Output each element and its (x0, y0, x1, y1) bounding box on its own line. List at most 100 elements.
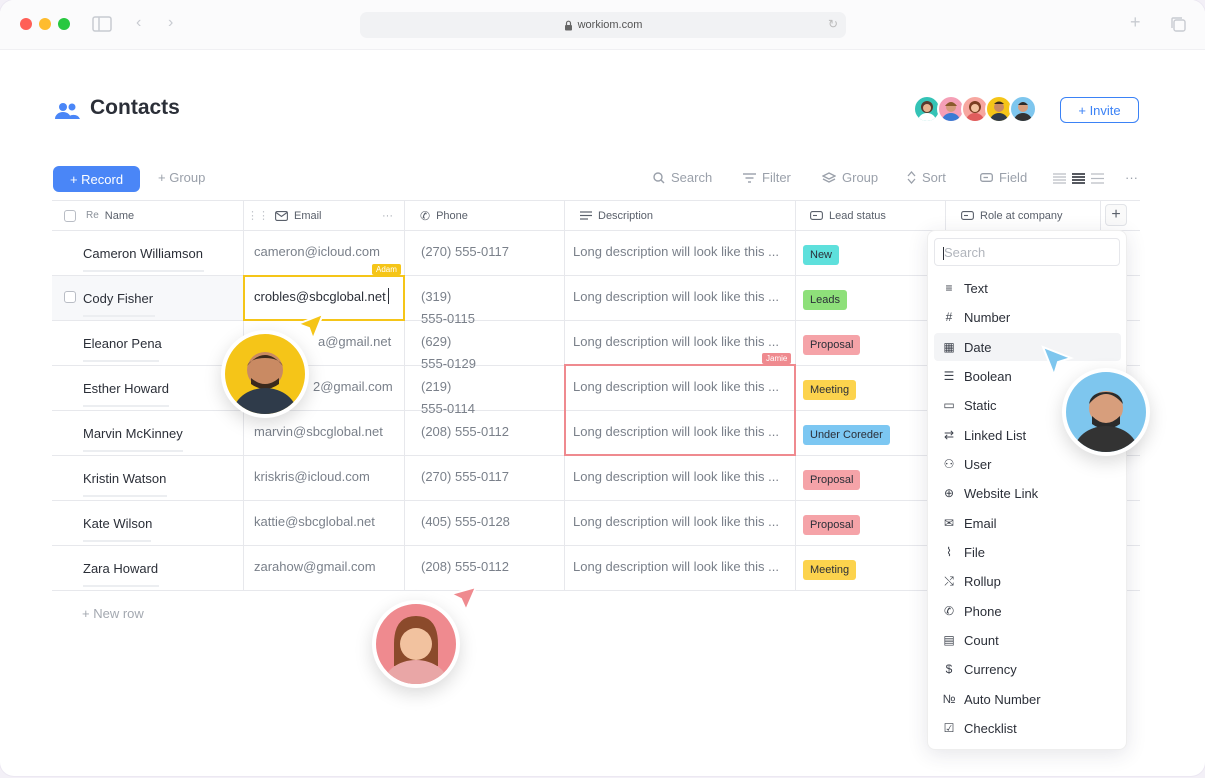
row-name[interactable]: Zara Howard (83, 561, 158, 576)
row-email[interactable]: kriskris@icloud.com (254, 469, 370, 484)
row-description[interactable]: Long description will look like this ... (573, 289, 779, 304)
status-badge[interactable]: New (803, 245, 840, 265)
new-row-button[interactable]: + New row (82, 606, 144, 621)
row-email[interactable]: 2@gmail.com (313, 379, 393, 394)
new-tab-icon[interactable]: + (1130, 12, 1141, 33)
status-badge[interactable]: Meeting (803, 560, 857, 580)
row-description[interactable]: Long description will look like this ... (573, 559, 779, 574)
add-record-button[interactable]: + Record (53, 166, 140, 192)
row-phone[interactable]: (208) 555-0112 (421, 424, 509, 439)
invite-button[interactable]: + Invite (1060, 97, 1139, 123)
field-type-text[interactable]: ≡ Text (934, 274, 1121, 302)
row-name[interactable]: Kristin Watson (83, 471, 166, 486)
add-group-button[interactable]: + Group (158, 170, 205, 185)
status-badge[interactable]: Proposal (803, 515, 861, 535)
field-type-phone[interactable]: ✆ Phone (934, 597, 1121, 625)
filter-tool[interactable]: Filter (743, 170, 791, 185)
field-type-checklist[interactable]: ☑ Checklist (934, 714, 1121, 742)
row-description[interactable]: Long description will look like this ... (573, 334, 779, 349)
status-badge[interactable]: Proposal (803, 335, 861, 355)
column-name-label: Name (104, 209, 135, 222)
row-name[interactable]: Kate Wilson (83, 516, 152, 531)
row-name[interactable]: Cameron Williamson (83, 246, 203, 261)
avatar[interactable] (1009, 95, 1037, 123)
forward-icon[interactable]: › (168, 14, 173, 32)
row-phone-line2[interactable]: 555-0114 (421, 401, 475, 416)
status-badge[interactable]: Under Coreder (803, 425, 890, 445)
field-type-count[interactable]: ▤ Count (934, 626, 1121, 654)
row-name[interactable]: Cody Fisher (83, 291, 153, 306)
status-badge[interactable]: Leads (803, 290, 847, 310)
add-column-button[interactable]: + (1105, 204, 1127, 226)
collaborator-tag-adam: Adam (372, 264, 401, 275)
row-phone[interactable]: (219) (421, 379, 451, 394)
more-options-button[interactable]: ··· (1125, 170, 1138, 185)
row-description[interactable]: Long description will look like this ... (573, 244, 779, 259)
column-header-name[interactable]: Re Name (64, 200, 134, 231)
row-density-toggle[interactable] (1053, 173, 1104, 184)
email-input[interactable]: crobles@sbcglobal.net (254, 289, 386, 304)
field-type-date[interactable]: ▦ Date (934, 333, 1121, 361)
row-phone-line2[interactable]: 555-0129 (421, 356, 476, 371)
row-phone[interactable]: (270) 555-0117 (421, 244, 509, 259)
row-email[interactable]: cameron@icloud.com (254, 244, 380, 259)
status-badge[interactable]: Proposal (803, 470, 861, 490)
close-window-button[interactable] (20, 18, 32, 30)
search-tool[interactable]: Search (653, 170, 712, 185)
select-all-checkbox[interactable] (64, 209, 76, 222)
row-email[interactable]: zarahow@gmail.com (254, 559, 376, 574)
column-header-lead-status[interactable]: Lead status (810, 200, 886, 231)
back-icon[interactable]: ‹ (136, 14, 141, 32)
row-name[interactable]: Marvin McKinney (83, 426, 183, 441)
row-checkbox[interactable] (64, 291, 76, 303)
row-phone[interactable]: (270) 555-0117 (421, 469, 509, 484)
row-name[interactable]: Esther Howard (83, 381, 169, 396)
field-tool[interactable]: Field (980, 170, 1027, 185)
column-options-icon[interactable]: ··· (382, 210, 393, 222)
text-lines-icon (580, 211, 592, 220)
row-email[interactable]: marvin@sbcglobal.net (254, 424, 383, 439)
field-type-file[interactable]: ⌇ File (934, 538, 1121, 566)
row-phone-line2[interactable]: 555-0115 (421, 311, 475, 326)
density-medium-icon[interactable] (1072, 173, 1085, 184)
address-bar[interactable]: workiom.com ↻ (360, 12, 846, 38)
row-phone[interactable]: (629) (421, 334, 451, 349)
density-compact-icon[interactable] (1053, 173, 1066, 184)
collaborator-avatars[interactable] (913, 95, 1037, 123)
tabs-overview-icon[interactable] (1170, 16, 1187, 33)
field-type-website-link[interactable]: ⊕ Website Link (934, 479, 1121, 507)
sort-tool[interactable]: Sort (907, 170, 946, 185)
minimize-window-button[interactable] (39, 18, 51, 30)
column-header-phone[interactable]: ✆ Phone (420, 200, 468, 231)
drag-handle-icon[interactable]: ⋮⋮ (247, 209, 269, 222)
field-type-auto-number[interactable]: № Auto Number (934, 685, 1121, 713)
maximize-window-button[interactable] (58, 18, 70, 30)
field-type-email[interactable]: ✉ Email (934, 509, 1121, 537)
row-description[interactable]: Long description will look like this ... (573, 469, 779, 484)
column-header-role[interactable]: Role at company (961, 200, 1063, 231)
status-badge[interactable]: Meeting (803, 380, 857, 400)
row-phone[interactable]: (405) 555-0128 (421, 514, 510, 529)
row-name[interactable]: Eleanor Pena (83, 336, 162, 351)
row-phone[interactable]: (208) 555-0112 (421, 559, 509, 574)
row-phone[interactable]: (319) (421, 289, 451, 304)
row-email[interactable]: kattie@sbcglobal.net (254, 514, 375, 529)
field-type-currency[interactable]: $ Currency (934, 655, 1121, 683)
field-type-label: Email (964, 515, 997, 531)
row-description[interactable]: Long description will look like this ... (573, 514, 779, 529)
group-tool[interactable]: Group (822, 170, 878, 185)
column-header-email[interactable]: ⋮⋮ Email ··· (247, 200, 393, 231)
link-arrow-icon: ⇄ (943, 428, 955, 442)
reload-icon[interactable]: ↻ (828, 17, 838, 31)
row-email[interactable]: a@gmail.net (318, 334, 391, 349)
field-search-input[interactable]: Search (934, 238, 1120, 266)
column-header-description[interactable]: Description (580, 200, 653, 231)
description-selection[interactable] (564, 364, 796, 456)
density-tall-icon[interactable] (1091, 173, 1104, 184)
field-type-label: Text (964, 280, 988, 296)
field-type-rollup[interactable]: ⤭ Rollup (934, 567, 1121, 595)
field-type-number[interactable]: # Number (934, 303, 1121, 331)
sidebar-toggle-icon[interactable] (92, 16, 112, 32)
column-phone-label: Phone (436, 209, 468, 222)
field-type-label: Auto Number (964, 691, 1041, 707)
